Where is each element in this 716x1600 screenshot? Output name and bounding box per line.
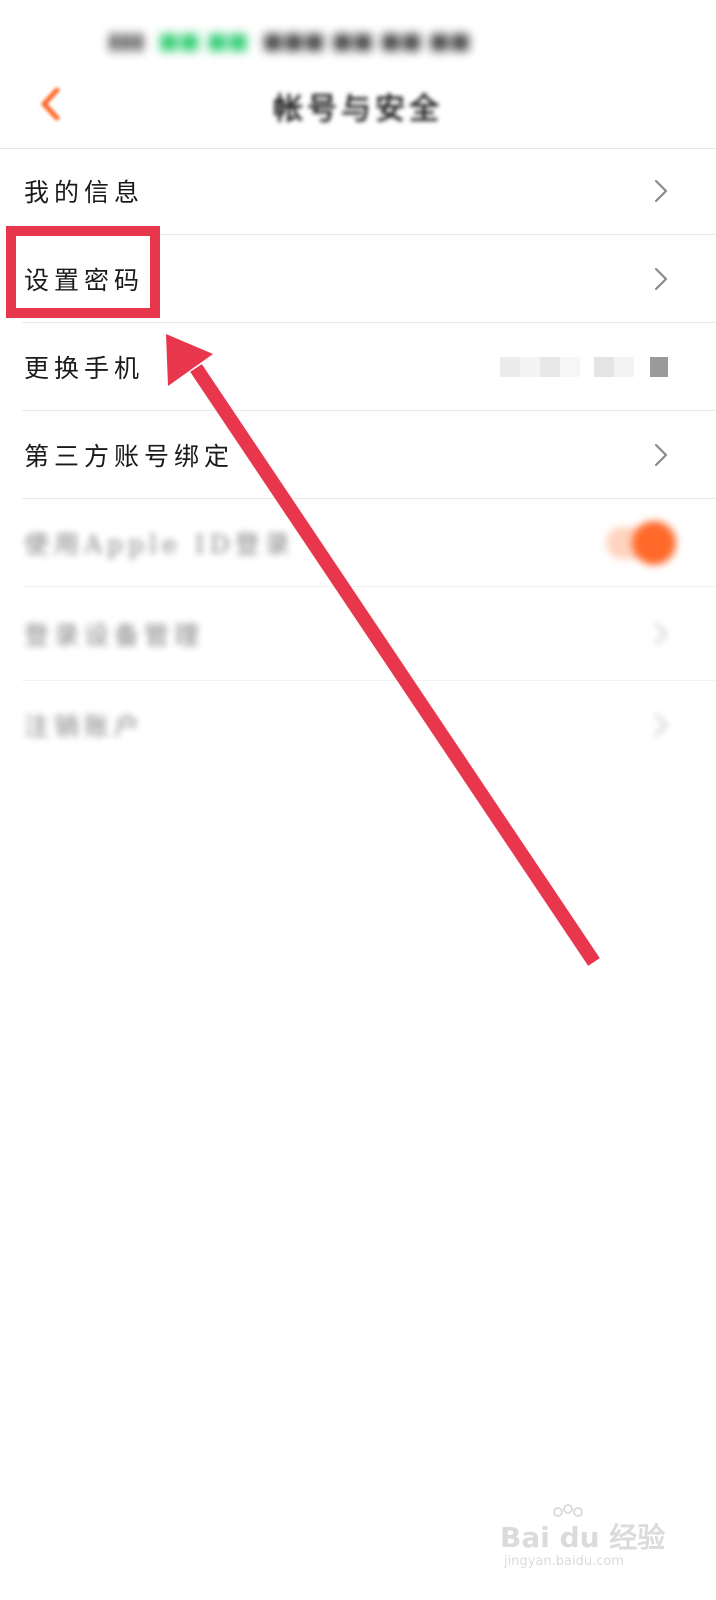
settings-row-label: 我的信息 [24,178,145,207]
settings-row-change-phone[interactable]: 更换手机 [0,323,716,411]
masked-phone-number [500,357,668,377]
settings-row-label: 第三方账号绑定 [24,442,235,471]
settings-row-delete-account[interactable]: 注销账户 [0,681,716,769]
watermark-url: jingyan.baidu.com [504,1554,624,1569]
settings-row-label: 更换手机 [24,354,145,383]
chevron-right-icon [654,713,668,737]
settings-row-device-management[interactable]: 登录设备管理 [0,587,716,681]
settings-row-label: 登录设备管理 [24,621,205,650]
status-bar-content: ▮▮▮ ■■ ■■ ■■■ ■■ ■■ ■■ [108,28,471,54]
chevron-right-icon [654,622,668,646]
apple-id-login-toggle[interactable] [606,521,676,565]
settings-row-third-party-binding[interactable]: 第三方账号绑定 [0,411,716,499]
chevron-right-icon [654,443,668,467]
page-title: 帐号与安全 [273,92,443,127]
settings-row-apple-id-login[interactable]: 使用Apple ID登录 [0,499,716,587]
chevron-right-icon [654,267,668,291]
settings-row-label: 使用Apple ID登录 [24,530,295,559]
chevron-right-icon [654,179,668,203]
toggle-knob [632,521,676,565]
settings-row-my-info[interactable]: 我的信息 [0,147,716,235]
nav-bar: 帐号与安全 [0,60,716,149]
annotation-highlight-box [6,226,160,318]
settings-row-label: 注销账户 [24,712,145,741]
watermark-text: Bai du 经验 [500,1521,666,1554]
baidu-jingyan-watermark: Bai du 经验 jingyan.baidu.com [500,1504,670,1578]
